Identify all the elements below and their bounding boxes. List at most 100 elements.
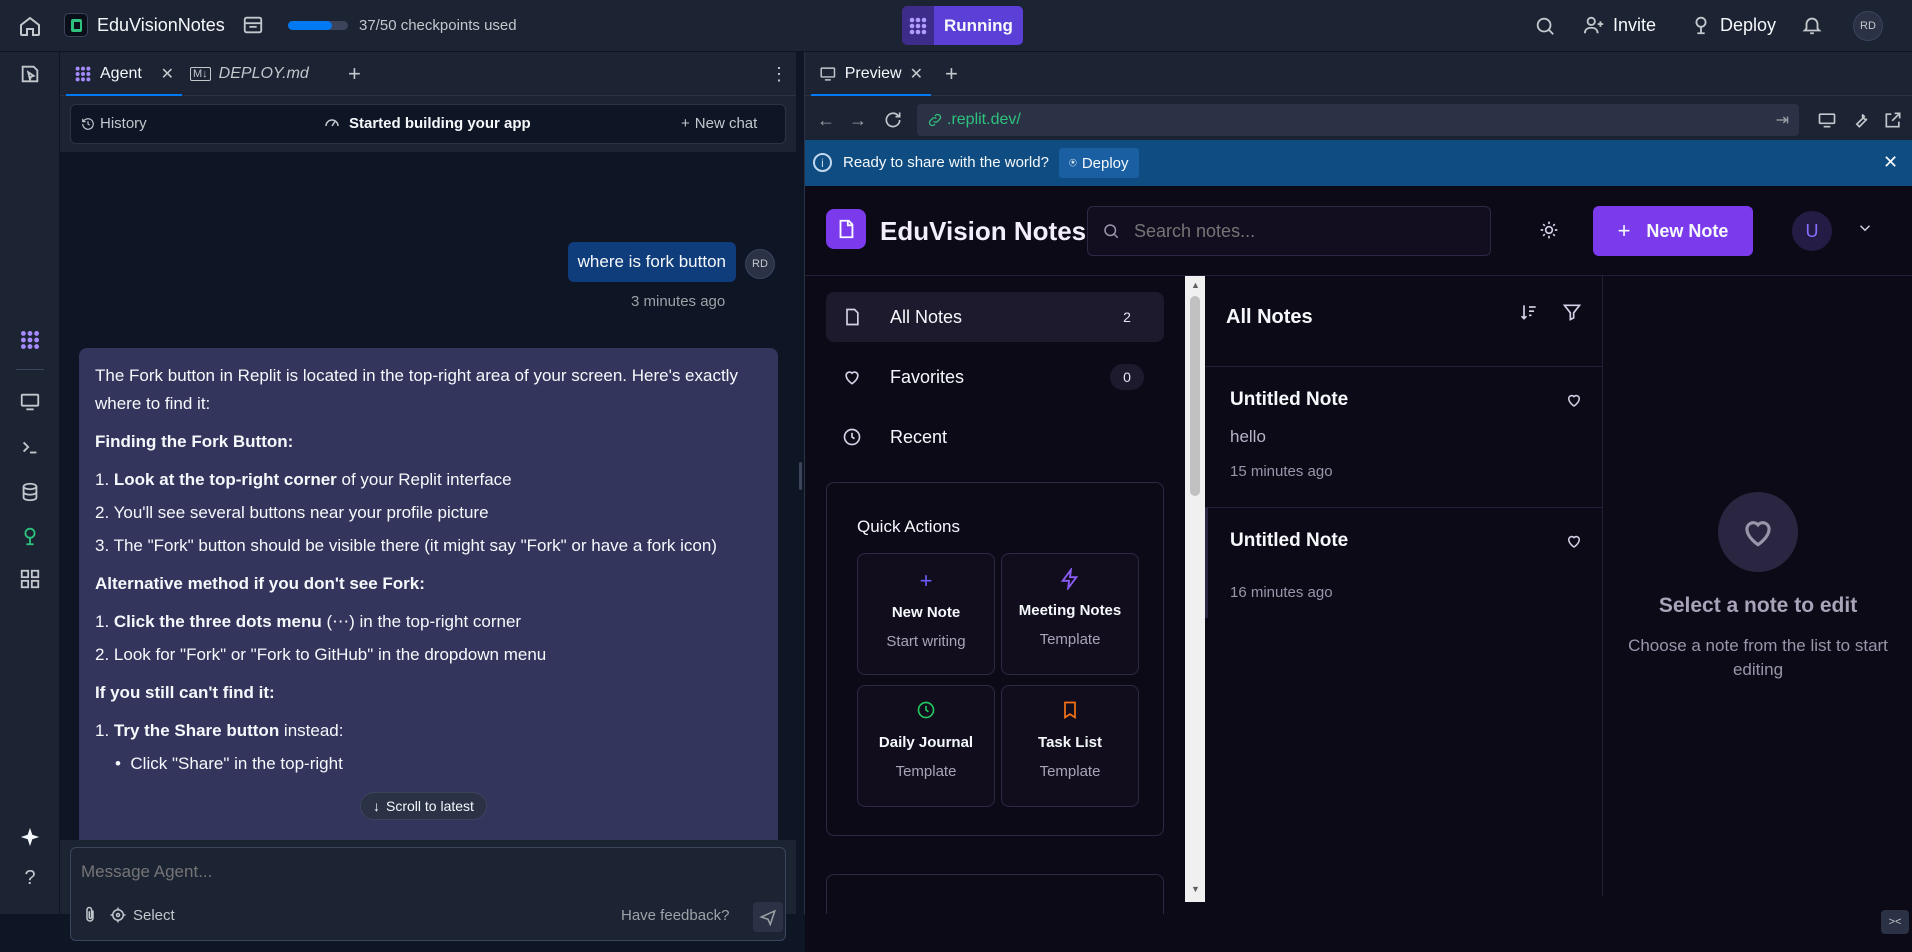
editor-empty-state: Select a note to edit Choose a note from…: [1603, 276, 1912, 896]
notes-app: EduVision Notes + New Note U All Notes 2: [805, 186, 1912, 952]
quick-action-subtitle: Start writing: [886, 633, 966, 650]
heart-icon[interactable]: [1565, 391, 1583, 409]
quick-action-new-note[interactable]: + New Note Start writing: [857, 553, 995, 675]
deploy-icon: ⍟: [1069, 155, 1077, 170]
run-button[interactable]: Running: [902, 6, 1023, 45]
response-heading: Finding the Fork Button:: [95, 432, 294, 451]
agent-header: History Started building your app + New …: [70, 104, 786, 144]
files-icon[interactable]: [18, 62, 42, 86]
go-icon[interactable]: ⇥: [1776, 110, 1789, 130]
tab-preview[interactable]: Preview ✕: [811, 52, 931, 96]
bell-icon[interactable]: [1801, 14, 1823, 36]
device-icon[interactable]: [1817, 110, 1837, 130]
monitor-icon: [820, 67, 836, 81]
history-button[interactable]: History: [81, 115, 147, 132]
close-icon[interactable]: ✕: [1883, 152, 1898, 173]
search-notes-input[interactable]: [1134, 220, 1474, 242]
url-bar[interactable]: .replit.dev/ ⇥: [917, 104, 1799, 136]
response-heading: Alternative method if you don't see Fork…: [95, 574, 425, 593]
new-chat-label: New chat: [694, 115, 758, 132]
help-icon[interactable]: ?: [18, 866, 42, 890]
scroll-to-latest-label: Scroll to latest: [386, 798, 474, 814]
close-icon[interactable]: ✕: [910, 64, 923, 84]
add-user-icon: [1583, 16, 1604, 34]
scroll-down-icon[interactable]: ▼: [1191, 884, 1200, 894]
response-step: 2. You'll see several buttons near your …: [95, 503, 489, 522]
quick-action-daily-journal[interactable]: Daily Journal Template: [857, 685, 995, 807]
quick-actions-panel: Quick Actions + New Note Start writing M…: [826, 482, 1164, 836]
scrollbar[interactable]: ▲ ▼: [1185, 276, 1205, 902]
invite-button[interactable]: Invite: [1583, 14, 1656, 36]
all-tools-icon[interactable]: [18, 567, 42, 591]
tab-agent[interactable]: Agent ✕: [66, 52, 182, 96]
new-tab-button[interactable]: +: [945, 52, 958, 96]
external-link-icon[interactable]: [1883, 110, 1903, 130]
banner-deploy-label: Deploy: [1081, 154, 1129, 172]
close-icon[interactable]: ✕: [161, 64, 174, 84]
select-element-button[interactable]: Select: [109, 906, 175, 924]
home-icon[interactable]: [18, 14, 42, 38]
quick-action-subtitle: Template: [1039, 763, 1101, 780]
scroll-to-latest-button[interactable]: ↓ Scroll to latest: [360, 792, 487, 820]
attach-icon[interactable]: [81, 906, 99, 924]
chevron-down-icon[interactable]: [1856, 219, 1874, 237]
nav-all-notes[interactable]: All Notes 2: [826, 292, 1164, 342]
link-icon: [928, 113, 942, 127]
plus-icon: +: [919, 568, 933, 593]
user-message-avatar: RD: [745, 249, 775, 279]
forward-icon[interactable]: →: [849, 110, 867, 131]
sparkle-icon[interactable]: [18, 825, 42, 849]
heart-icon[interactable]: [1565, 532, 1583, 550]
active-tab-indicator: [811, 94, 931, 96]
search-icon[interactable]: [1534, 15, 1556, 37]
deploy-button[interactable]: Deploy: [1690, 14, 1776, 36]
user-avatar[interactable]: RD: [1853, 11, 1883, 41]
agent-icon[interactable]: [18, 328, 42, 352]
chat-thread[interactable]: where is fork button RD 3 minutes ago Th…: [60, 152, 796, 840]
note-item[interactable]: Untitled Note 16 minutes ago: [1205, 508, 1603, 618]
tab-deploy-md[interactable]: M↓ DEPLOY.md: [190, 52, 340, 96]
shell-icon[interactable]: [18, 435, 42, 459]
new-tab-button[interactable]: +: [348, 52, 361, 96]
quick-actions-title: Quick Actions: [857, 517, 960, 536]
scroll-up-icon[interactable]: ▲: [1191, 280, 1200, 290]
send-icon: [759, 909, 776, 926]
back-icon[interactable]: ←: [817, 110, 835, 131]
more-options-icon[interactable]: ⋮: [770, 52, 788, 96]
response-step: 1. Look at the top-right corner of your …: [95, 470, 512, 489]
response-intro: The Fork button in Replit is located in …: [95, 366, 738, 413]
pane-resize-handle[interactable]: [799, 462, 802, 490]
quick-action-title: Daily Journal: [878, 734, 974, 751]
banner-deploy-button[interactable]: ⍟ Deploy: [1059, 148, 1139, 178]
send-button[interactable]: [753, 902, 783, 932]
target-icon: [110, 907, 126, 923]
feedback-link[interactable]: Have feedback?: [621, 907, 729, 924]
quick-action-meeting-notes[interactable]: Meeting Notes Template: [1001, 553, 1139, 675]
note-item[interactable]: Untitled Note hello 15 minutes ago: [1205, 367, 1603, 508]
agent-tab-icon: [75, 66, 91, 82]
reload-icon[interactable]: [883, 110, 903, 130]
devtools-icon[interactable]: [1851, 110, 1871, 130]
preview-icon[interactable]: [18, 390, 42, 414]
message-input[interactable]: [81, 858, 771, 886]
sidebar-panel: [826, 874, 1164, 914]
nav-favorites[interactable]: Favorites 0: [826, 352, 1164, 402]
filter-icon[interactable]: [1562, 302, 1582, 322]
nav-recent[interactable]: Recent: [826, 412, 1164, 462]
theme-toggle-icon[interactable]: [1539, 220, 1559, 240]
new-chat-button[interactable]: + New chat: [681, 115, 757, 132]
project-name[interactable]: EduVisionNotes: [97, 15, 225, 36]
sort-icon[interactable]: [1519, 302, 1539, 322]
preview-pane: Preview ✕ + ← → .replit.dev/ ⇥ i Ready t…: [804, 52, 1912, 952]
rail-divider: [16, 369, 44, 370]
user-message-time: 3 minutes ago: [631, 293, 726, 310]
scrollbar-thumb[interactable]: [1190, 296, 1200, 496]
search-box: [1087, 206, 1491, 256]
quick-action-task-list[interactable]: Task List Template: [1001, 685, 1139, 807]
database-icon[interactable]: [18, 480, 42, 504]
deployments-icon[interactable]: [18, 524, 42, 548]
new-note-button[interactable]: + New Note: [1593, 206, 1753, 256]
workspace-icon[interactable]: [242, 14, 264, 36]
replit-logo-icon: [902, 6, 934, 45]
app-user-avatar[interactable]: U: [1792, 211, 1832, 251]
